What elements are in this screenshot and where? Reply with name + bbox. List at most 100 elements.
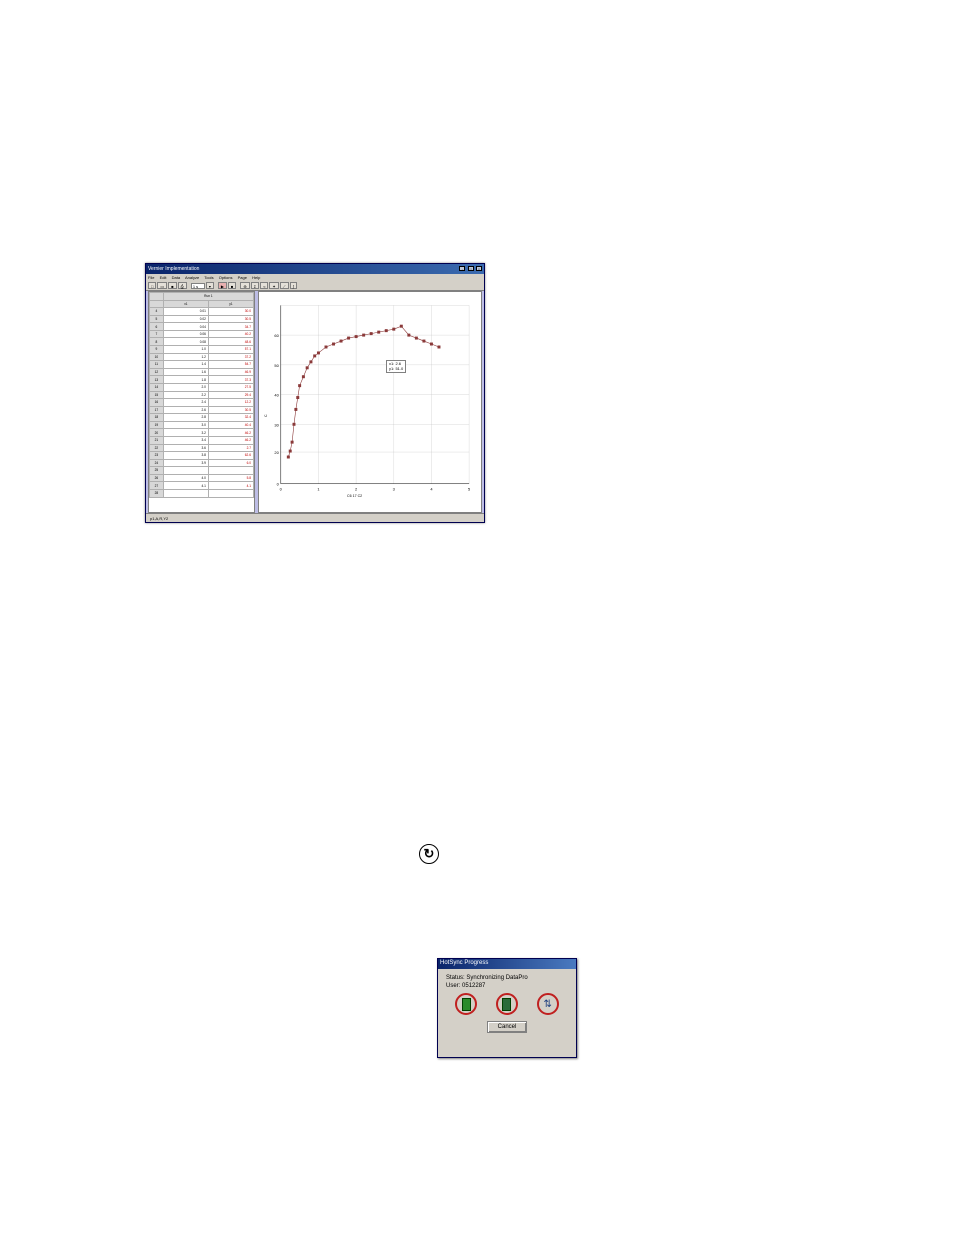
menu-page[interactable]: Page [238,275,247,280]
cell-c2[interactable]: 32.4 [208,414,253,422]
tb-collect-button[interactable]: ▶ [218,282,227,289]
table-row[interactable]: 121.646.9 [150,368,254,376]
menu-data[interactable]: Data [172,275,180,280]
table-row[interactable]: 25 [150,467,254,475]
table-row[interactable]: 111.454.7 [150,361,254,369]
tb-print-icon[interactable]: ⎙ [178,282,187,289]
table-row[interactable]: 50.0230.5 [150,315,254,323]
cell-c1[interactable]: 1.4 [163,361,208,369]
table-row[interactable]: 243.96.0 [150,459,254,467]
tb-integral-button[interactable]: ∫ [290,282,297,289]
cell-c1[interactable]: 3.0 [163,421,208,429]
table-row[interactable]: 264.05.8 [150,474,254,482]
tb-rate-input[interactable]: 1 s [191,283,205,289]
table-row[interactable]: 213.446.2 [150,436,254,444]
menu-edit[interactable]: Edit [160,275,167,280]
cell-c1[interactable]: 2.2 [163,391,208,399]
table-row[interactable]: 101.237.2 [150,353,254,361]
cell-c2[interactable]: 30.5 [208,315,253,323]
cell-c1[interactable]: 4.1 [163,482,208,490]
table-row[interactable]: 162.412.2 [150,399,254,407]
cell-c1[interactable]: 3.2 [163,429,208,437]
graph-pane[interactable]: 02030 405060 012 345 x1: 2.6 y1: 51.0 C … [258,291,482,513]
cell-c2[interactable] [208,467,253,475]
cell-c1[interactable]: 0.08 [163,338,208,346]
cell-c2[interactable]: 29.4 [208,391,253,399]
table-row[interactable]: 131.837.3 [150,376,254,384]
cell-c2[interactable]: 46.2 [208,429,253,437]
table-row[interactable]: 60.0434.7 [150,323,254,331]
cell-c2[interactable]: 6.0 [208,459,253,467]
cell-c2[interactable]: 40.4 [208,421,253,429]
cell-c2[interactable]: 5.8 [208,474,253,482]
cell-c2[interactable]: 30.5 [208,406,253,414]
table-row[interactable]: 80.0848.6 [150,338,254,346]
cell-c1[interactable]: 0.06 [163,330,208,338]
cell-c2[interactable]: 37.2 [208,353,253,361]
cell-c2[interactable]: 54.7 [208,361,253,369]
cell-c2[interactable]: 34.7 [208,323,253,331]
tb-zoom-button[interactable]: ⊕ [240,282,249,289]
table-row[interactable]: 223.62.7 [150,444,254,452]
cell-c1[interactable]: 1.0 [163,346,208,354]
menu-options[interactable]: Options [219,275,233,280]
tb-stats-button[interactable]: Σ [251,282,259,289]
col1-header[interactable]: x1 [163,300,208,308]
cell-c1[interactable]: 0.02 [163,315,208,323]
cell-c1[interactable]: 0.01 [163,308,208,316]
tb-save-icon[interactable]: ■ [168,282,176,289]
cell-c2[interactable]: 2.7 [208,444,253,452]
cell-c1[interactable] [163,467,208,475]
cell-c1[interactable]: 3.6 [163,444,208,452]
table-row[interactable]: 142.027.5 [150,383,254,391]
table-row[interactable]: 70.0640.2 [150,330,254,338]
tb-tangent-button[interactable]: ⟋ [280,282,289,289]
cell-c1[interactable]: 3.4 [163,436,208,444]
cell-c1[interactable]: 3.8 [163,452,208,460]
cell-c2[interactable]: 4.1 [208,482,253,490]
data-table[interactable]: Run 1 x1 y1 40.0130.050.0230.560.0434.77… [149,292,254,498]
menu-file[interactable]: File [148,275,154,280]
hotsync-icon[interactable]: ↻ [419,844,439,864]
cell-c2[interactable]: 12.2 [208,399,253,407]
close-button[interactable]: × [476,266,482,271]
tb-open-icon[interactable]: ▭ [157,282,167,289]
table-row[interactable]: 274.14.1 [150,482,254,490]
table-row[interactable]: 91.057.1 [150,346,254,354]
cell-c2[interactable]: 46.9 [208,368,253,376]
x-axis-label[interactable]: C6 17 C2 [347,494,362,498]
table-row[interactable]: 28 [150,490,254,498]
tb-stepper-icon[interactable]: ▾ [206,282,214,289]
cell-c1[interactable]: 2.0 [163,383,208,391]
cell-c2[interactable]: 57.1 [208,346,253,354]
tb-stop-button[interactable]: ■ [228,282,236,289]
cell-c2[interactable]: 46.2 [208,436,253,444]
cell-c1[interactable]: 3.9 [163,459,208,467]
table-row[interactable]: 233.862.6 [150,452,254,460]
tb-examine-button[interactable]: ✦ [269,282,278,289]
table-row[interactable]: 203.246.2 [150,429,254,437]
cell-c1[interactable]: 1.2 [163,353,208,361]
cell-c1[interactable]: 1.6 [163,368,208,376]
table-row[interactable]: 182.832.4 [150,414,254,422]
cancel-button[interactable]: Cancel [487,1021,527,1033]
table-row[interactable]: 172.630.5 [150,406,254,414]
cell-c2[interactable]: 37.3 [208,376,253,384]
cell-c1[interactable]: 1.8 [163,376,208,384]
cell-c1[interactable]: 0.04 [163,323,208,331]
cell-c1[interactable]: 4.0 [163,474,208,482]
cell-c1[interactable] [163,490,208,498]
cell-c1[interactable]: 2.8 [163,414,208,422]
cell-c2[interactable]: 48.6 [208,338,253,346]
menu-tools[interactable]: Tools [204,275,213,280]
tb-fit-button[interactable]: ≈ [260,282,268,289]
cell-c2[interactable]: 62.6 [208,452,253,460]
y-axis-label[interactable]: C [264,414,268,417]
cell-c2[interactable] [208,490,253,498]
minimize-button[interactable]: - [459,266,465,271]
cell-c2[interactable]: 30.0 [208,308,253,316]
menu-analyze[interactable]: Analyze [185,275,199,280]
cell-c2[interactable]: 40.2 [208,330,253,338]
maximize-button[interactable]: □ [468,266,474,271]
tb-new-icon[interactable]: □ [148,282,156,289]
